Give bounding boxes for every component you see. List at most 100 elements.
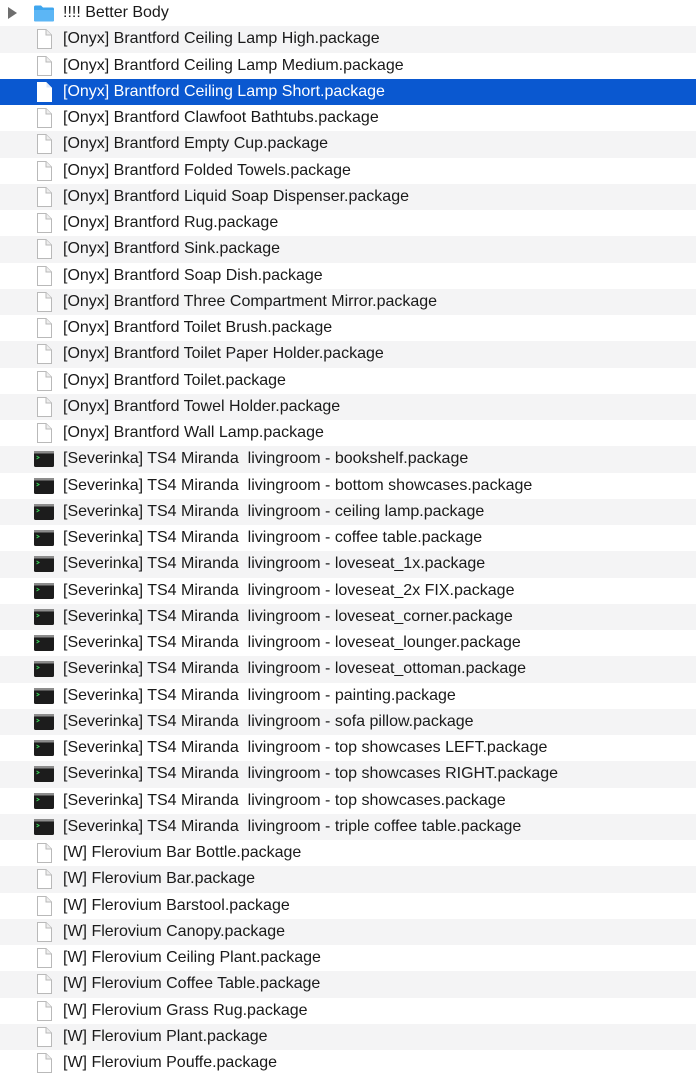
document-icon: [33, 1053, 55, 1073]
file-name: [Onyx] Brantford Rug.package: [63, 214, 279, 231]
file-row[interactable]: [W] Flerovium Bar.package: [0, 866, 696, 893]
file-row[interactable]: [Severinka] TS4 Miranda livingroom - top…: [0, 788, 696, 814]
file-name: [Onyx] Brantford Clawfoot Bathtubs.packa…: [63, 109, 379, 126]
file-row[interactable]: [Severinka] TS4 Miranda livingroom - lov…: [0, 630, 696, 656]
file-row[interactable]: [W] Flerovium Plant.package: [0, 1023, 696, 1050]
file-name: [Severinka] TS4 Miranda livingroom - lov…: [63, 581, 515, 599]
file-list[interactable]: !!!! Better Body [Onyx] Brantford Ceiling…: [0, 0, 696, 1080]
file-name: [W] Flerovium Bar Bottle.package: [63, 844, 302, 861]
file-name: [Severinka] TS4 Miranda livingroom - top…: [63, 791, 506, 809]
file-row[interactable]: [W] Flerovium Coffee Table.package: [0, 971, 696, 998]
document-icon: [33, 291, 55, 312]
file-row[interactable]: [W] Flerovium Bar Bottle.package: [0, 840, 696, 866]
document-icon: [33, 869, 55, 890]
terminal-icon: [33, 738, 55, 758]
file-name: [Severinka] TS4 Miranda livingroom - cei…: [63, 502, 485, 520]
file-row[interactable]: [Severinka] TS4 Miranda livingroom - lov…: [0, 578, 696, 604]
file-row[interactable]: [Severinka] TS4 Miranda livingroom - top…: [0, 735, 696, 761]
document-icon: [33, 396, 55, 417]
document-icon: [33, 1026, 55, 1047]
file-name: [Onyx] Brantford Sink.package: [63, 240, 280, 258]
document-icon: [33, 81, 55, 102]
file-row[interactable]: [W] Flerovium Pouffe.package: [0, 1050, 696, 1076]
file-name: [Onyx] Brantford Toilet Paper Holder.pac…: [63, 345, 384, 363]
terminal-icon: [33, 686, 55, 706]
document-icon: [33, 370, 55, 391]
file-row[interactable]: [Severinka] TS4 Miranda livingroom - pai…: [0, 683, 696, 709]
document-icon: [33, 160, 55, 181]
document-icon: [33, 55, 55, 76]
file-row[interactable]: [Onyx] Brantford Towel Holder.package: [0, 393, 696, 420]
file-name: [Severinka] TS4 Miranda livingroom - bot…: [63, 476, 533, 494]
document-icon: [33, 974, 55, 995]
terminal-icon: [33, 528, 55, 548]
file-name: [W] Flerovium Pouffe.package: [63, 1054, 278, 1071]
file-row[interactable]: [Severinka] TS4 Miranda livingroom - lov…: [0, 551, 696, 578]
document-icon: [33, 948, 55, 968]
terminal-icon: [33, 791, 55, 811]
file-name: [Severinka] TS4 Miranda livingroom - top…: [63, 739, 548, 756]
document-icon: [33, 239, 55, 260]
document-icon: [33, 265, 55, 286]
file-row[interactable]: [Onyx] Brantford Liquid Soap Dispenser.p…: [0, 183, 696, 210]
file-name: [Onyx] Brantford Toilet Brush.package: [63, 319, 333, 336]
document-icon: [33, 423, 55, 443]
file-row[interactable]: [Onyx] Brantford Ceiling Lamp High.packa…: [0, 26, 696, 53]
file-row[interactable]: [Onyx] Brantford Toilet.package: [0, 368, 696, 394]
document-icon: [33, 186, 55, 207]
file-row[interactable]: [Severinka] TS4 Miranda livingroom - boo…: [0, 446, 696, 473]
file-name: [W] Flerovium Barstool.package: [63, 896, 290, 914]
file-row[interactable]: [Severinka] TS4 Miranda livingroom - bot…: [0, 473, 696, 499]
file-row[interactable]: [Onyx] Brantford Sink.package: [0, 236, 696, 263]
file-name: [Severinka] TS4 Miranda livingroom - top…: [63, 765, 559, 783]
terminal-icon: [33, 476, 55, 496]
file-name: [Onyx] Brantford Liquid Soap Dispenser.p…: [63, 187, 409, 205]
file-row[interactable]: [Onyx] Brantford Ceiling Lamp Medium.pac…: [0, 53, 696, 79]
file-row[interactable]: [Severinka] TS4 Miranda livingroom - sof…: [0, 708, 696, 735]
disclosure-triangle-icon[interactable]: [8, 7, 17, 19]
document-icon: [33, 108, 55, 128]
file-row[interactable]: [Onyx] Brantford Three Compartment Mirro…: [0, 288, 696, 315]
file-row[interactable]: [W] Flerovium Ceiling Plant.package: [0, 945, 696, 971]
file-row[interactable]: [Onyx] Brantford Folded Towels.package: [0, 158, 696, 184]
terminal-icon: [33, 764, 55, 784]
file-row[interactable]: [W] Flerovium Barstool.package: [0, 893, 696, 919]
file-name: [W] Flerovium Grass Rug.package: [63, 1001, 308, 1019]
file-row[interactable]: [Severinka] TS4 Miranda livingroom - top…: [0, 761, 696, 788]
file-row[interactable]: [Onyx] Brantford Ceiling Lamp Short.pack…: [0, 78, 696, 105]
file-row[interactable]: [Onyx] Brantford Clawfoot Bathtubs.packa…: [0, 105, 696, 131]
terminal-icon: [33, 607, 55, 627]
document-icon: [33, 1000, 55, 1021]
file-name: [Onyx] Brantford Folded Towels.package: [63, 161, 351, 179]
file-name: [Onyx] Brantford Ceiling Lamp Short.pack…: [63, 82, 385, 100]
terminal-icon: [33, 659, 55, 679]
file-row[interactable]: [Severinka] TS4 Miranda livingroom - lov…: [0, 603, 696, 630]
file-name: [Severinka] TS4 Miranda livingroom - cof…: [63, 529, 483, 546]
file-row[interactable]: [Severinka] TS4 Miranda livingroom - cof…: [0, 525, 696, 551]
terminal-icon: [33, 633, 55, 653]
file-row[interactable]: [Onyx] Brantford Toilet Paper Holder.pac…: [0, 341, 696, 368]
folder-icon: [33, 3, 55, 23]
terminal-icon: [33, 554, 55, 574]
file-row[interactable]: [Severinka] TS4 Miranda livingroom - tri…: [0, 813, 696, 840]
file-row[interactable]: [W] Flerovium Grass Rug.package: [0, 998, 696, 1024]
file-row[interactable]: [Onyx] Brantford Toilet Brush.package: [0, 315, 696, 341]
file-row[interactable]: [W] Flerovium Canopy.package: [0, 918, 696, 945]
file-name: [Onyx] Brantford Ceiling Lamp High.packa…: [63, 30, 380, 48]
file-row[interactable]: [Onyx] Brantford Wall Lamp.package: [0, 420, 696, 446]
folder-row[interactable]: !!!! Better Body: [0, 0, 696, 26]
file-name: [W] Flerovium Canopy.package: [63, 922, 286, 940]
file-name: [Onyx] Brantford Wall Lamp.package: [63, 424, 324, 441]
document-icon: [33, 29, 55, 50]
file-row[interactable]: [Severinka] TS4 Miranda livingroom - cei…: [0, 498, 696, 525]
document-icon: [33, 895, 55, 916]
file-row[interactable]: [Onyx] Brantford Empty Cup.package: [0, 131, 696, 158]
terminal-icon: [33, 712, 55, 732]
file-row[interactable]: [Severinka] TS4 Miranda livingroom - lov…: [0, 656, 696, 683]
file-row[interactable]: [Onyx] Brantford Soap Dish.package: [0, 263, 696, 289]
document-icon: [33, 344, 55, 365]
file-row[interactable]: [Onyx] Brantford Rug.package: [0, 210, 696, 236]
terminal-icon: [33, 449, 55, 469]
document-icon: [33, 134, 55, 155]
file-name: [Onyx] Brantford Towel Holder.package: [63, 397, 341, 415]
